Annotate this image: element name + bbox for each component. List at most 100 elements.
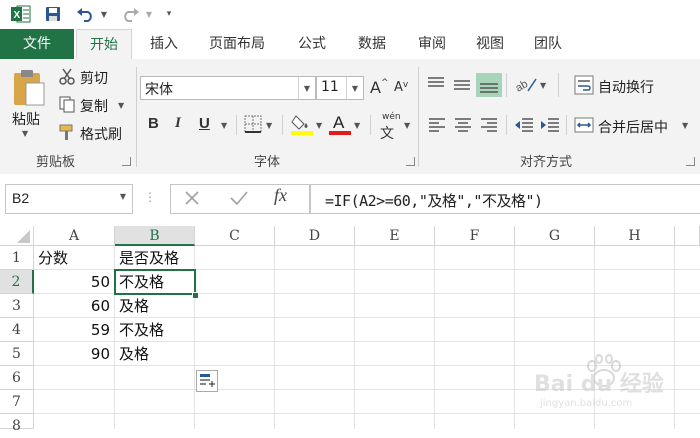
underline-dropdown-icon[interactable]: ▼ xyxy=(221,121,227,130)
cell-A1[interactable]: 分数 xyxy=(34,246,115,270)
tab-data[interactable]: 数据 xyxy=(346,29,398,59)
orientation-dropdown-icon[interactable]: ▼ xyxy=(540,81,546,90)
redo-dropdown-icon[interactable]: ▼ xyxy=(144,4,154,24)
phonetic-dropdown-icon[interactable]: ▼ xyxy=(404,121,410,130)
row-header[interactable]: 3 xyxy=(0,294,34,318)
row-header[interactable]: 5 xyxy=(0,342,34,366)
borders-dropdown-icon[interactable]: ▼ xyxy=(266,121,272,130)
enter-icon[interactable] xyxy=(229,189,249,210)
align-bottom-icon[interactable] xyxy=(476,73,502,97)
column-header[interactable]: A xyxy=(34,226,115,246)
copy-icon[interactable] xyxy=(58,95,76,116)
column-header-selected[interactable]: B xyxy=(115,226,195,246)
insert-function-icon[interactable]: fx xyxy=(274,185,287,206)
column-header[interactable]: F xyxy=(435,226,515,246)
row-header[interactable]: 1 xyxy=(0,246,34,270)
paste-dropdown-icon[interactable]: ▼ xyxy=(22,129,28,138)
merge-dropdown-icon[interactable]: ▼ xyxy=(682,121,688,130)
align-middle-icon[interactable] xyxy=(452,75,472,98)
align-right-icon[interactable] xyxy=(480,117,498,136)
cell-B3[interactable]: 及格 xyxy=(115,294,195,318)
undo-dropdown-icon[interactable]: ▼ xyxy=(99,4,109,24)
merge-center-icon[interactable] xyxy=(574,115,594,138)
shrink-arrow-icon: v xyxy=(402,80,409,90)
fill-color-dropdown-icon[interactable]: ▼ xyxy=(316,121,322,130)
increase-indent-icon[interactable] xyxy=(540,117,560,136)
format-painter-button[interactable]: 格式刷 xyxy=(80,124,122,144)
row-header[interactable]: 6 xyxy=(0,366,34,390)
font-name-combo[interactable]: 宋体 ▼ xyxy=(140,76,316,100)
customize-qat-icon[interactable]: ▾ xyxy=(162,4,176,24)
paste-button[interactable]: 粘贴 xyxy=(12,109,40,129)
select-all-corner[interactable] xyxy=(0,226,34,246)
wrap-text-icon[interactable] xyxy=(574,75,594,98)
fill-color-icon[interactable] xyxy=(290,112,314,139)
cell-B4[interactable]: 不及格 xyxy=(115,318,195,342)
font-color-icon[interactable]: A xyxy=(328,112,352,139)
align-top-icon[interactable] xyxy=(426,75,446,98)
tab-insert[interactable]: 插入 xyxy=(138,29,190,59)
tab-view[interactable]: 视图 xyxy=(464,29,516,59)
undo-icon[interactable] xyxy=(74,4,98,24)
grow-font-button[interactable]: A^ xyxy=(370,78,389,97)
tab-team[interactable]: 团队 xyxy=(522,29,574,59)
fill-handle[interactable] xyxy=(192,292,199,299)
font-size-combo[interactable]: 11 ▼ xyxy=(316,76,364,100)
tab-file[interactable]: 文件 xyxy=(0,29,74,59)
align-left-icon[interactable] xyxy=(428,117,446,136)
font-color-dropdown-icon[interactable]: ▼ xyxy=(354,121,360,130)
wrap-text-button[interactable]: 自动换行 xyxy=(598,77,654,97)
cell-A4[interactable]: 59 xyxy=(34,318,115,342)
format-painter-icon[interactable] xyxy=(58,123,76,144)
copy-dropdown-icon[interactable]: ▼ xyxy=(118,101,124,110)
italic-button[interactable]: I xyxy=(175,115,181,132)
cancel-icon[interactable] xyxy=(183,189,201,210)
chevron-down-icon[interactable]: ▼ xyxy=(346,77,363,99)
cell-B2[interactable]: 不及格 xyxy=(115,270,195,294)
merge-center-button[interactable]: 合并后居中 xyxy=(598,117,668,137)
alignment-launcher-icon[interactable] xyxy=(686,157,695,166)
font-launcher-icon[interactable] xyxy=(406,157,415,166)
tab-formulas[interactable]: 公式 xyxy=(286,29,338,59)
row-header-selected[interactable]: 2 xyxy=(0,270,34,294)
mini-divider xyxy=(236,115,237,135)
cell-B5[interactable]: 及格 xyxy=(115,342,195,366)
shrink-font-button[interactable]: Av xyxy=(394,80,408,95)
name-box[interactable]: B2 ▼ xyxy=(5,184,133,214)
cell-A3[interactable]: 60 xyxy=(34,294,115,318)
paste-icon[interactable] xyxy=(12,69,46,110)
align-center-icon[interactable] xyxy=(454,117,472,136)
mini-divider xyxy=(558,73,559,97)
cell-A2[interactable]: 50 xyxy=(34,270,115,294)
save-icon[interactable] xyxy=(42,4,64,24)
row-header[interactable]: 8 xyxy=(0,414,34,434)
chevron-down-icon[interactable]: ▼ xyxy=(298,77,315,99)
row-header[interactable]: 7 xyxy=(0,390,34,414)
column-header[interactable]: G xyxy=(515,226,595,246)
column-header[interactable]: E xyxy=(355,226,435,246)
cut-button[interactable]: 剪切 xyxy=(80,68,108,88)
tab-review[interactable]: 审阅 xyxy=(406,29,458,59)
column-header[interactable]: H xyxy=(595,226,675,246)
underline-button[interactable]: U xyxy=(199,115,210,132)
copy-button[interactable]: 复制 xyxy=(80,96,108,116)
cut-icon[interactable] xyxy=(58,67,76,88)
formula-input[interactable]: =IF(A2>=60,"及格","不及格") xyxy=(310,184,700,214)
column-header[interactable]: C xyxy=(195,226,275,246)
autofill-options-icon[interactable] xyxy=(196,370,218,392)
borders-icon[interactable] xyxy=(244,115,262,136)
column-header-partial[interactable] xyxy=(675,226,700,246)
tab-home[interactable]: 开始 xyxy=(76,29,132,61)
orientation-icon[interactable]: ab xyxy=(513,73,538,98)
bold-button[interactable]: B xyxy=(148,115,159,132)
chevron-down-icon[interactable]: ▼ xyxy=(120,192,126,201)
decrease-indent-icon[interactable] xyxy=(514,117,534,136)
row-header[interactable]: 4 xyxy=(0,318,34,342)
cell-B1[interactable]: 是否及格 xyxy=(115,246,195,270)
phonetic-guide-icon[interactable]: wén 文 xyxy=(378,112,406,142)
cell-A5[interactable]: 90 xyxy=(34,342,115,366)
redo-icon[interactable] xyxy=(118,4,142,24)
tab-page-layout[interactable]: 页面布局 xyxy=(196,29,278,59)
column-header[interactable]: D xyxy=(275,226,355,246)
clipboard-launcher-icon[interactable] xyxy=(122,157,131,166)
